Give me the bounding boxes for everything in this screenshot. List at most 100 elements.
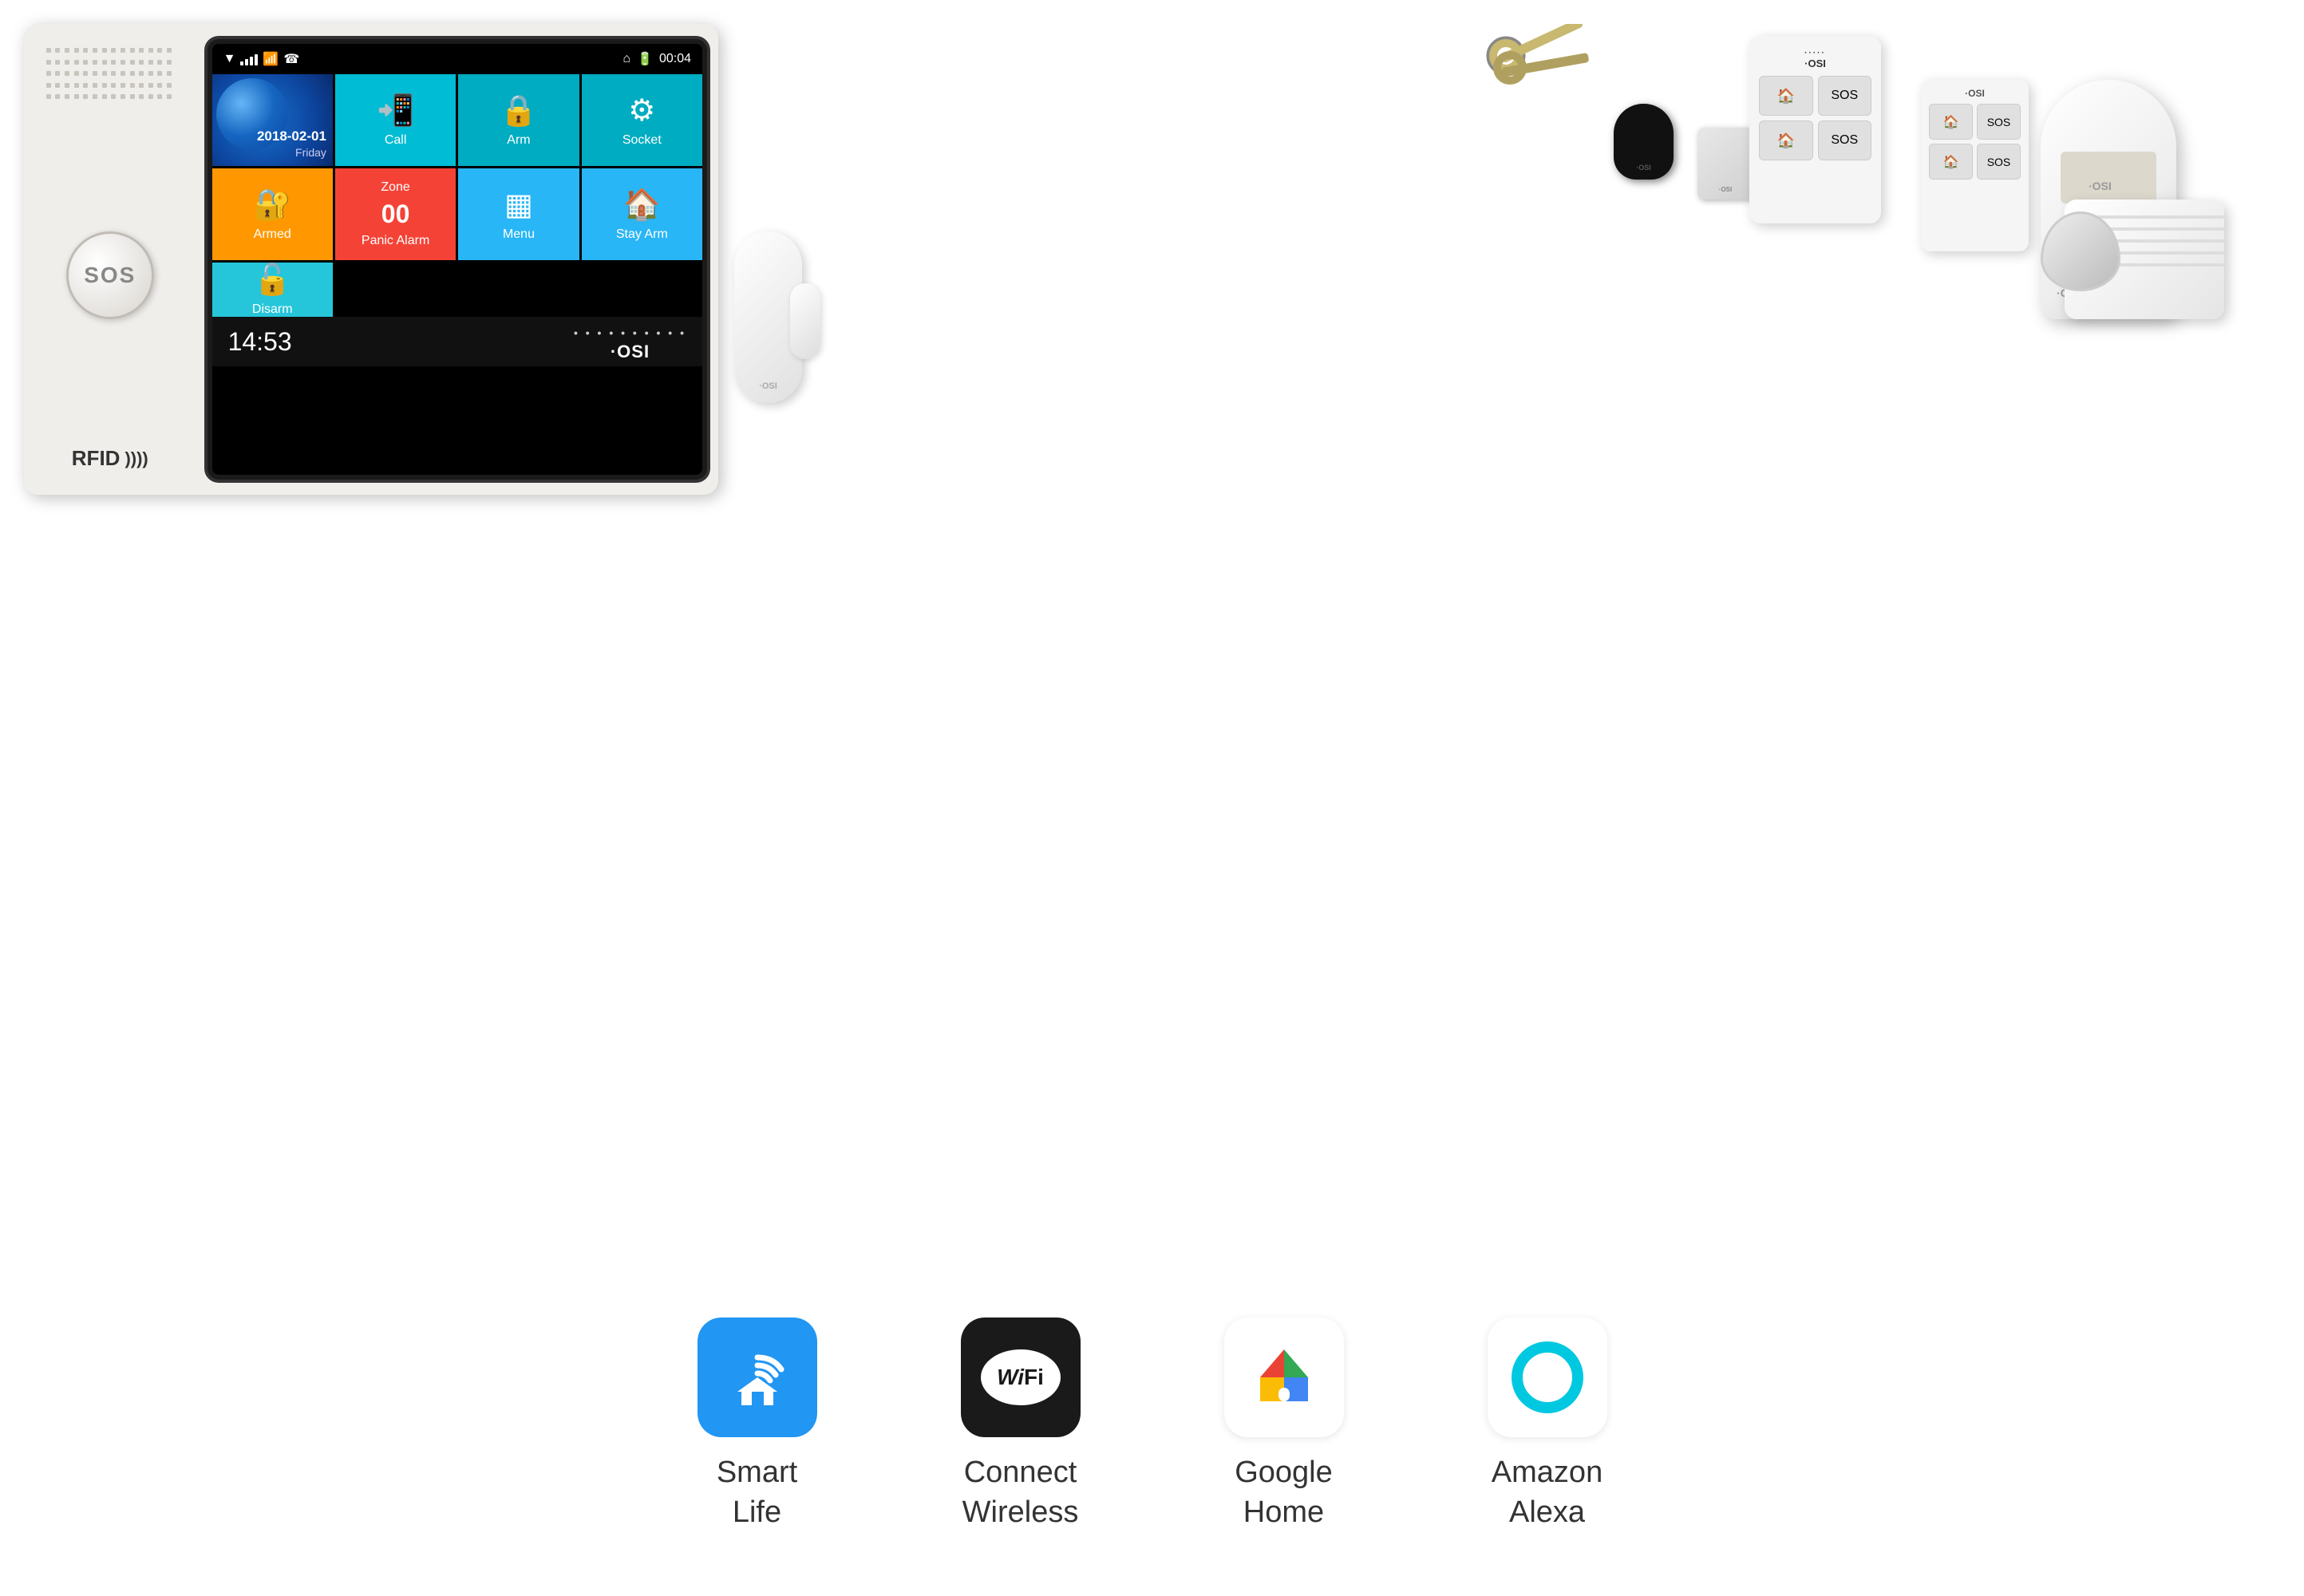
remote2-buttons: 🏠 SOS 🏠 SOS	[1929, 104, 2021, 180]
tile-socket[interactable]: ⚙ Socket	[582, 74, 702, 166]
grille-dot	[121, 60, 125, 65]
grille-dot	[93, 60, 97, 65]
grille-dot	[139, 60, 144, 65]
grille-dot	[74, 48, 79, 53]
tile-arm[interactable]: 🔒 Arm	[458, 74, 579, 166]
grille-dot	[157, 48, 162, 53]
remote2-btn2[interactable]: SOS	[1977, 104, 2021, 140]
grille-dot	[65, 83, 69, 88]
speaker-grille	[46, 48, 174, 104]
remote1-btn3[interactable]: 🏠	[1759, 120, 1813, 160]
remote-2: ·OSI 🏠 SOS 🏠 SOS	[1921, 80, 2029, 251]
wifi-text: WiFi	[997, 1365, 1044, 1390]
grille-dot	[167, 83, 172, 88]
grille-dot	[130, 83, 135, 88]
door-osi-label: ·OSI	[759, 381, 777, 391]
bar1	[240, 61, 243, 65]
grille-dot	[55, 83, 60, 88]
socket-icon: ⚙	[628, 93, 655, 128]
status-bar-left: ▼ 📶 ☎	[223, 51, 300, 67]
fob-osi-label: ·OSI	[1636, 164, 1651, 172]
bottom-bar: 14:53 • • • • • • • • • • ·OSI	[212, 317, 702, 366]
grille-dot	[55, 60, 60, 65]
grille-dot	[102, 83, 107, 88]
phone-icon: ☎	[283, 51, 299, 67]
siren-body-group: ·OSI	[2033, 176, 2256, 335]
tile-stay[interactable]: 🏠 Stay Arm	[582, 168, 702, 260]
grille-dot	[65, 71, 69, 76]
grille-dot	[74, 71, 79, 76]
tile-armed[interactable]: 🔐 Armed	[212, 168, 333, 260]
clock-display: 00:04	[659, 52, 691, 66]
grille-dot	[55, 94, 60, 99]
wifi-icon-box: WiFi	[961, 1317, 1081, 1437]
grille-dot	[167, 60, 172, 65]
arm-label: Arm	[507, 133, 530, 148]
remote-1: ····· ·OSI 🏠 SOS 🏠 SOS	[1749, 36, 1881, 223]
tile-call[interactable]: 📲 Call	[335, 74, 456, 166]
tile-panic[interactable]: Zone 00 Panic Alarm	[335, 168, 456, 260]
door-magnet	[790, 283, 820, 359]
remote1-buttons: 🏠 SOS 🏠 SOS	[1759, 76, 1871, 160]
stay-icon: 🏠	[623, 188, 661, 223]
grille-dot	[167, 94, 172, 99]
grille-dot	[46, 94, 51, 99]
grille-dot	[74, 60, 79, 65]
grille-dot	[111, 71, 116, 76]
grille-dot	[148, 83, 153, 88]
tile-date-world[interactable]: 2018-02-01 Friday	[212, 74, 333, 166]
grille-dot	[83, 48, 88, 53]
armed-icon: 🔐	[254, 188, 291, 223]
disarm-label: Disarm	[252, 302, 293, 317]
remote2-btn4[interactable]: SOS	[1977, 144, 2021, 180]
grille-dot	[130, 48, 135, 53]
grille-dot	[139, 48, 144, 53]
remote1-btn1[interactable]: 🏠	[1759, 76, 1813, 116]
grille-dot	[148, 71, 153, 76]
wifi-label: ConnectWireless	[962, 1453, 1079, 1532]
remote1-btn2[interactable]: SOS	[1818, 76, 1872, 116]
alarm-left-panel: SOS RFID ))))	[24, 24, 196, 495]
tile-disarm[interactable]: 🔓 Disarm	[212, 263, 333, 317]
grille-dot	[46, 71, 51, 76]
grille-dot	[102, 60, 107, 65]
menu-label: Menu	[503, 227, 535, 242]
signal-icon: ▼	[223, 52, 236, 66]
grille-dot	[83, 60, 88, 65]
door-sensor: ·OSI	[722, 231, 850, 479]
touchscreen[interactable]: ▼ 📶 ☎ ⌂ 🔋 00:04	[212, 44, 702, 475]
grille-dot	[111, 60, 116, 65]
grille-dot	[102, 94, 107, 99]
grille-dot	[139, 83, 144, 88]
smart-life-label: SmartLife	[717, 1453, 797, 1532]
grille-dot	[111, 48, 116, 53]
tile-menu[interactable]: ▦ Menu	[458, 168, 579, 260]
smart-life-svg	[721, 1341, 793, 1413]
status-bar: ▼ 📶 ☎ ⌂ 🔋 00:04	[212, 44, 702, 74]
bar3	[250, 57, 253, 65]
stay-label: Stay Arm	[616, 227, 668, 242]
menu-icon: ▦	[504, 187, 533, 223]
sos-label: SOS	[84, 263, 136, 288]
feature-google-home: GoogleHome	[1224, 1317, 1344, 1532]
remote1-btn4[interactable]: SOS	[1818, 120, 1872, 160]
grille-dot	[130, 94, 135, 99]
wifi-status-icon: 📶	[263, 51, 279, 67]
grille-dot	[65, 48, 69, 53]
status-bar-right: ⌂ 🔋 00:04	[622, 51, 691, 67]
sos-button[interactable]: SOS	[66, 231, 154, 319]
grille-dot	[46, 60, 51, 65]
grille-dot	[167, 48, 172, 53]
bar2	[245, 59, 248, 65]
grille-dot	[93, 94, 97, 99]
grille-dot	[65, 94, 69, 99]
grille-dot	[74, 83, 79, 88]
remote2-btn3[interactable]: 🏠	[1929, 144, 1973, 180]
grille-dot	[148, 94, 153, 99]
grille-dot	[121, 83, 125, 88]
zone-label: Zone	[381, 180, 409, 195]
remote2-btn1[interactable]: 🏠	[1929, 104, 1973, 140]
disarm-icon: 🔓	[254, 263, 291, 298]
grille-dot	[102, 71, 107, 76]
grille-dot	[130, 71, 135, 76]
